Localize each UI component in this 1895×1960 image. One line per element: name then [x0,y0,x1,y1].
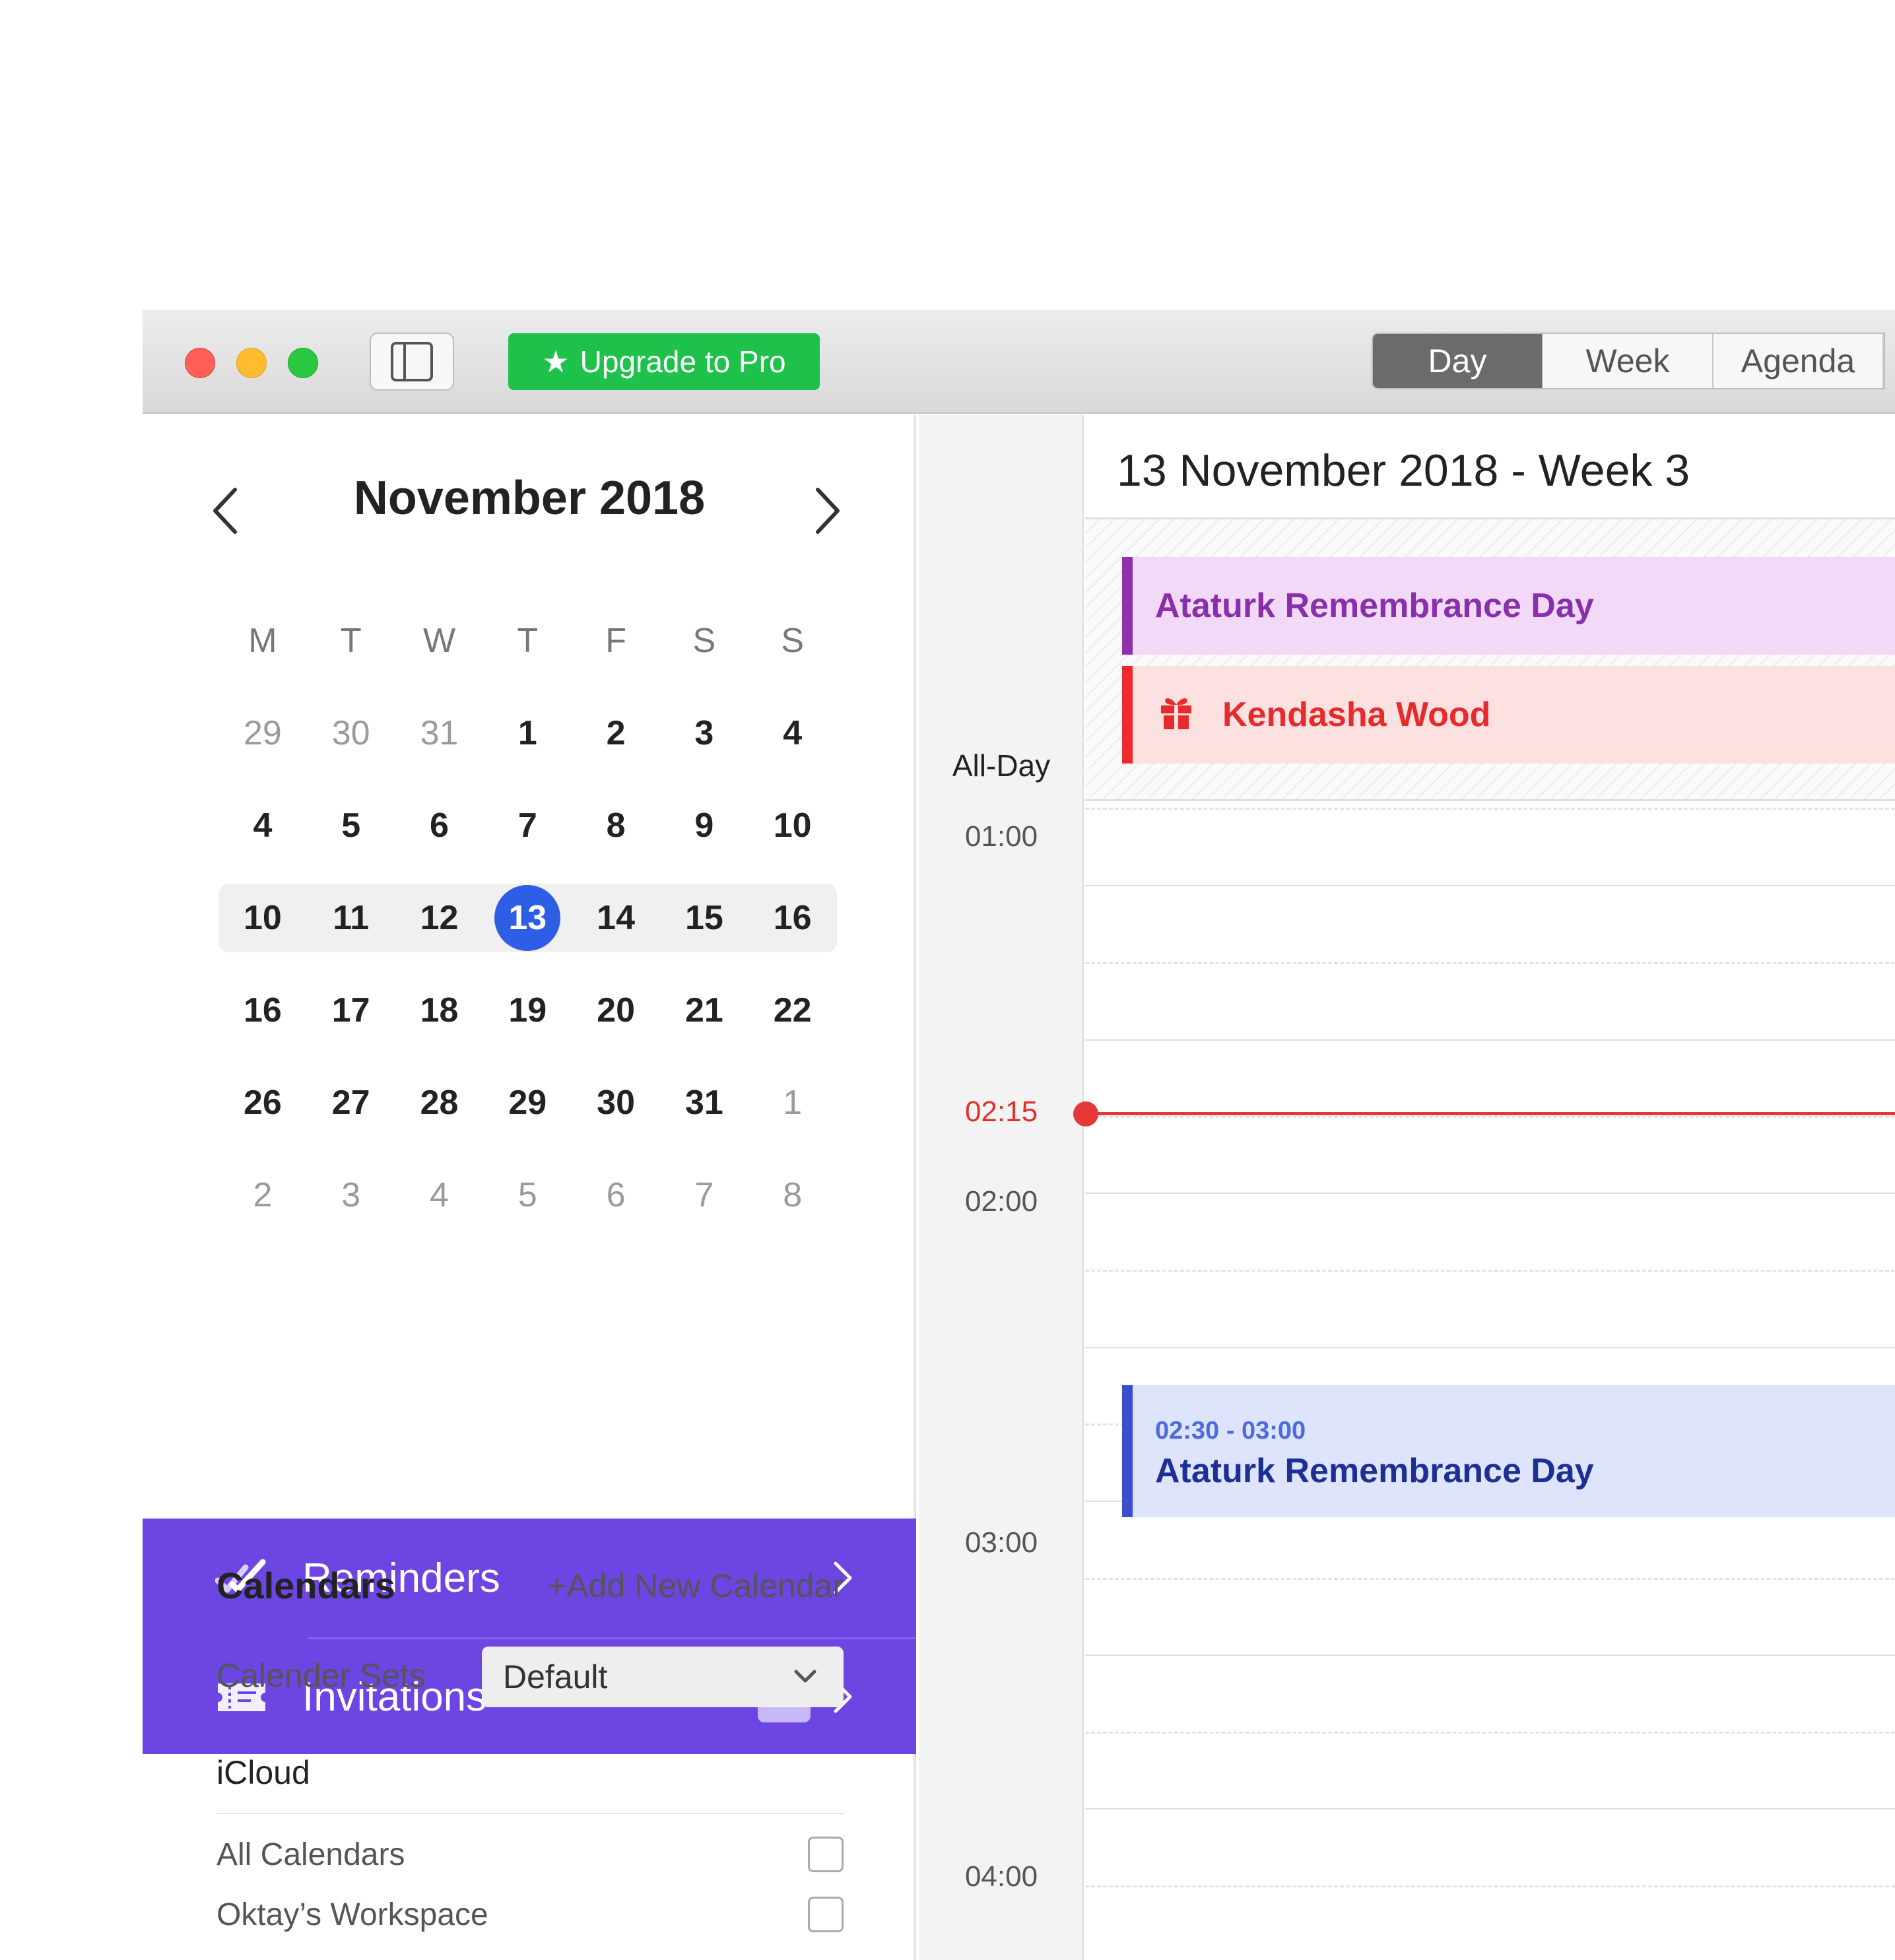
time-gutter: All-Day 01:00 02:15 02:00 03:00 04:00 [919,415,1084,1960]
time-label: 04:00 [964,1860,1038,1893]
account-label: iCloud [216,1754,310,1791]
half-hour-line [1085,1578,1895,1580]
timed-event[interactable]: 02:30 - 03:00 Ataturk Remembrance Day [1122,1385,1895,1517]
hour-line [1085,1347,1895,1348]
half-hour-line [1085,1732,1895,1734]
event-title: Ataturk Remembrance Day [1155,1452,1594,1490]
hour-line [1085,885,1895,886]
half-hour-line [1085,808,1895,810]
calendar-item: All Calendars [216,1837,844,1873]
all-day-event[interactable]: Kendasha Wood [1122,666,1895,764]
chevron-down-icon [794,1670,816,1683]
calendars-title: Calendars [216,1565,395,1606]
tab-week[interactable]: Week [1543,334,1713,388]
view-switcher: Day Week Agenda [1372,333,1885,389]
time-label: 03:00 [964,1526,1038,1559]
half-hour-line [1085,962,1895,964]
half-hour-line [1085,1885,1895,1887]
calendar-item-label: Oktay’s Workspace [216,1897,488,1932]
event-title: Kendasha Wood [1222,696,1491,734]
all-day-event[interactable]: Ataturk Remembrance Day [1122,557,1895,655]
current-time-label: 02:15 [964,1095,1038,1128]
calendar-checkbox[interactable] [808,1897,844,1932]
calendar-item-label: All Calendars [216,1837,405,1872]
account-divider [216,1813,844,1814]
hour-line [1085,1654,1895,1656]
half-hour-line [1085,1270,1895,1272]
day-view: 13 November 2018 - Week 3 Ataturk Rememb… [1073,415,1895,1960]
hour-line [1085,1192,1895,1194]
current-time-line [1085,1112,1895,1115]
day-title: 13 November 2018 - Week 3 [1117,445,1690,496]
event-time: 02:30 - 03:00 [1155,1417,1306,1445]
time-label: 02:00 [964,1185,1038,1218]
calendar-sets-value: Default [503,1658,608,1695]
calendar-sets-label: Calender Sets [216,1657,426,1694]
time-label: 01:00 [964,820,1038,853]
gift-icon [1161,698,1191,729]
calendar-checkbox[interactable] [808,1837,844,1872]
calendars-section: Calendars +Add New Calendar Calender Set… [143,310,916,1960]
tab-day[interactable]: Day [1373,334,1543,388]
add-new-calendar-link[interactable]: +Add New Calendar [547,1567,844,1605]
current-time-dot [1073,1101,1098,1127]
calendar-sets-select[interactable]: Default [482,1647,844,1707]
app-window: ★ Upgrade to Pro Day Week Agenda Novembe… [143,310,1895,1960]
half-hour-line [1085,1116,1895,1118]
hour-line [1085,1039,1895,1041]
hour-line [1085,1808,1895,1810]
all-day-label: All-Day [952,748,1051,783]
event-title: Ataturk Remembrance Day [1155,587,1594,625]
tab-agenda[interactable]: Agenda [1713,334,1884,388]
calendar-item: Oktay’s Workspace [216,1897,844,1933]
